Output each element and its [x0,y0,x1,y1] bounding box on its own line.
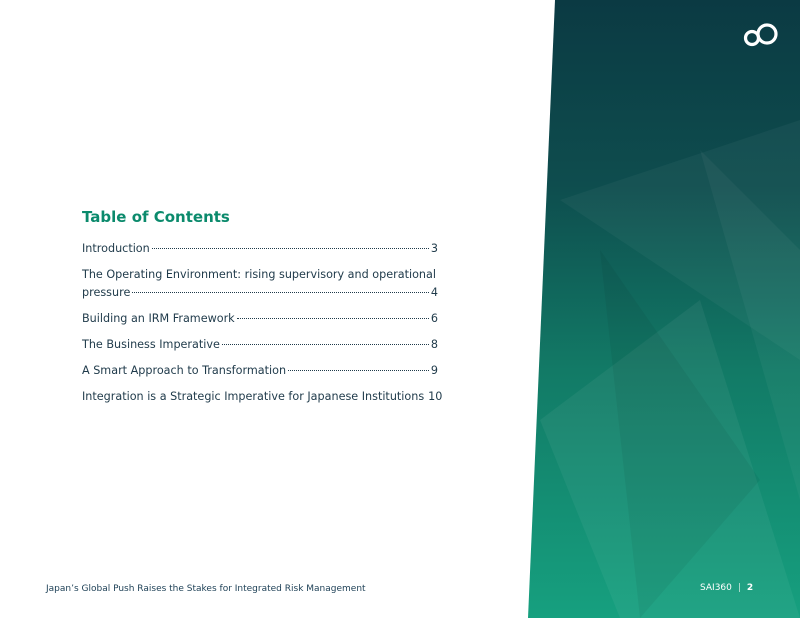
toc-entry-page: 8 [430,338,438,351]
toc-entry-page: 10 [428,390,443,403]
dot-leader [288,370,429,371]
toc-entry-page: 6 [430,312,438,325]
toc-entry-label-line1: The Operating Environment: rising superv… [82,268,436,281]
toc-entry-label-line2: pressure [82,286,131,299]
toc-entry-label: Building an IRM Framework [82,312,235,325]
toc-entry-irm-framework[interactable]: Building an IRM Framework 6 [82,310,438,328]
toc-entry-integration[interactable]: Integration is a Strategic Imperative fo… [82,388,442,406]
dot-leader [221,344,429,345]
sai360-logo-icon [741,23,781,47]
toc-entry-operating-environment[interactable]: The Operating Environment: rising superv… [82,266,438,302]
toc-entry-label: The Business Imperative [82,338,220,351]
dot-leader [236,318,429,319]
toc-entry-label: Introduction [82,242,150,255]
footer-page-number: 2 [746,583,754,593]
table-of-contents: Introduction 3 The Operating Environment… [82,240,442,414]
footer-brand: SAI360 [700,583,732,593]
toc-title: Table of Contents [82,208,230,226]
dot-leader [151,248,429,249]
dot-leader [132,292,429,293]
toc-entry-business-imperative[interactable]: The Business Imperative 8 [82,336,438,354]
toc-entry-page: 3 [430,242,438,255]
toc-entry-smart-approach[interactable]: A Smart Approach to Transformation 9 [82,362,438,380]
footer-brand-page: SAI360 | 2 [700,583,753,593]
footer-separator: | [737,583,741,593]
footer-document-title: Japan’s Global Push Raises the Stakes fo… [46,584,366,594]
toc-entry-page: 9 [430,364,438,377]
toc-entry-introduction[interactable]: Introduction 3 [82,240,438,258]
toc-entry-page: 4 [430,286,438,299]
toc-entry-label: Integration is a Strategic Imperative fo… [82,390,425,403]
toc-entry-label: A Smart Approach to Transformation [82,364,287,377]
